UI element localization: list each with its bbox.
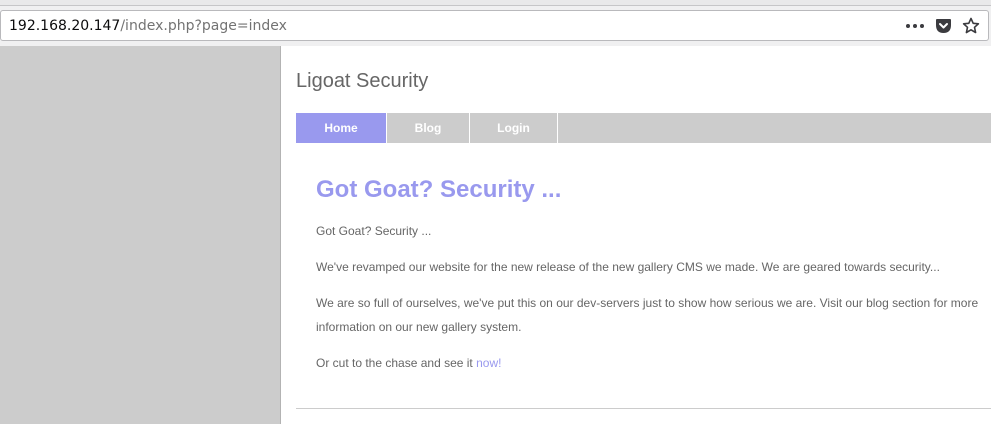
main-nav: Home Blog Login bbox=[296, 113, 991, 143]
site-title: Ligoat Security bbox=[296, 70, 429, 92]
bookmark-star-icon[interactable] bbox=[960, 16, 982, 36]
nav-login-link[interactable]: Login bbox=[470, 113, 558, 143]
url-text[interactable]: 192.168.20.147/index.php?page=index bbox=[9, 17, 287, 35]
content-divider bbox=[296, 408, 991, 409]
article-paragraph: Got Goat? Security ... bbox=[316, 224, 432, 238]
address-bar[interactable]: 192.168.20.147/index.php?page=index bbox=[0, 10, 989, 41]
article-cta: Or cut to the chase and see it now! bbox=[316, 351, 501, 375]
more-icon[interactable] bbox=[904, 16, 926, 36]
article-paragraph: We've revamped our website for the new r… bbox=[316, 260, 940, 274]
url-host: 192.168.20.147 bbox=[9, 18, 121, 34]
nav-home-link[interactable]: Home bbox=[296, 113, 387, 143]
article: Got Goat? Security ... Got Goat? Securit… bbox=[316, 173, 991, 370]
url-path: /index.php?page=index bbox=[120, 18, 287, 34]
article-headline: Got Goat? Security ... bbox=[316, 176, 562, 203]
article-paragraph: We are so full of ourselves, we've put t… bbox=[316, 296, 979, 334]
pocket-icon[interactable] bbox=[932, 16, 954, 36]
left-sidebar-background bbox=[0, 46, 281, 424]
page-viewport: Ligoat Security Home Blog Login Got Goat… bbox=[0, 46, 991, 424]
cta-text: Or cut to the chase and see it bbox=[316, 356, 477, 370]
nav-blog-link[interactable]: Blog bbox=[387, 113, 470, 143]
address-bar-actions bbox=[898, 16, 982, 36]
browser-toolbar: 192.168.20.147/index.php?page=index bbox=[0, 6, 991, 46]
now-link[interactable]: now! bbox=[476, 356, 501, 370]
